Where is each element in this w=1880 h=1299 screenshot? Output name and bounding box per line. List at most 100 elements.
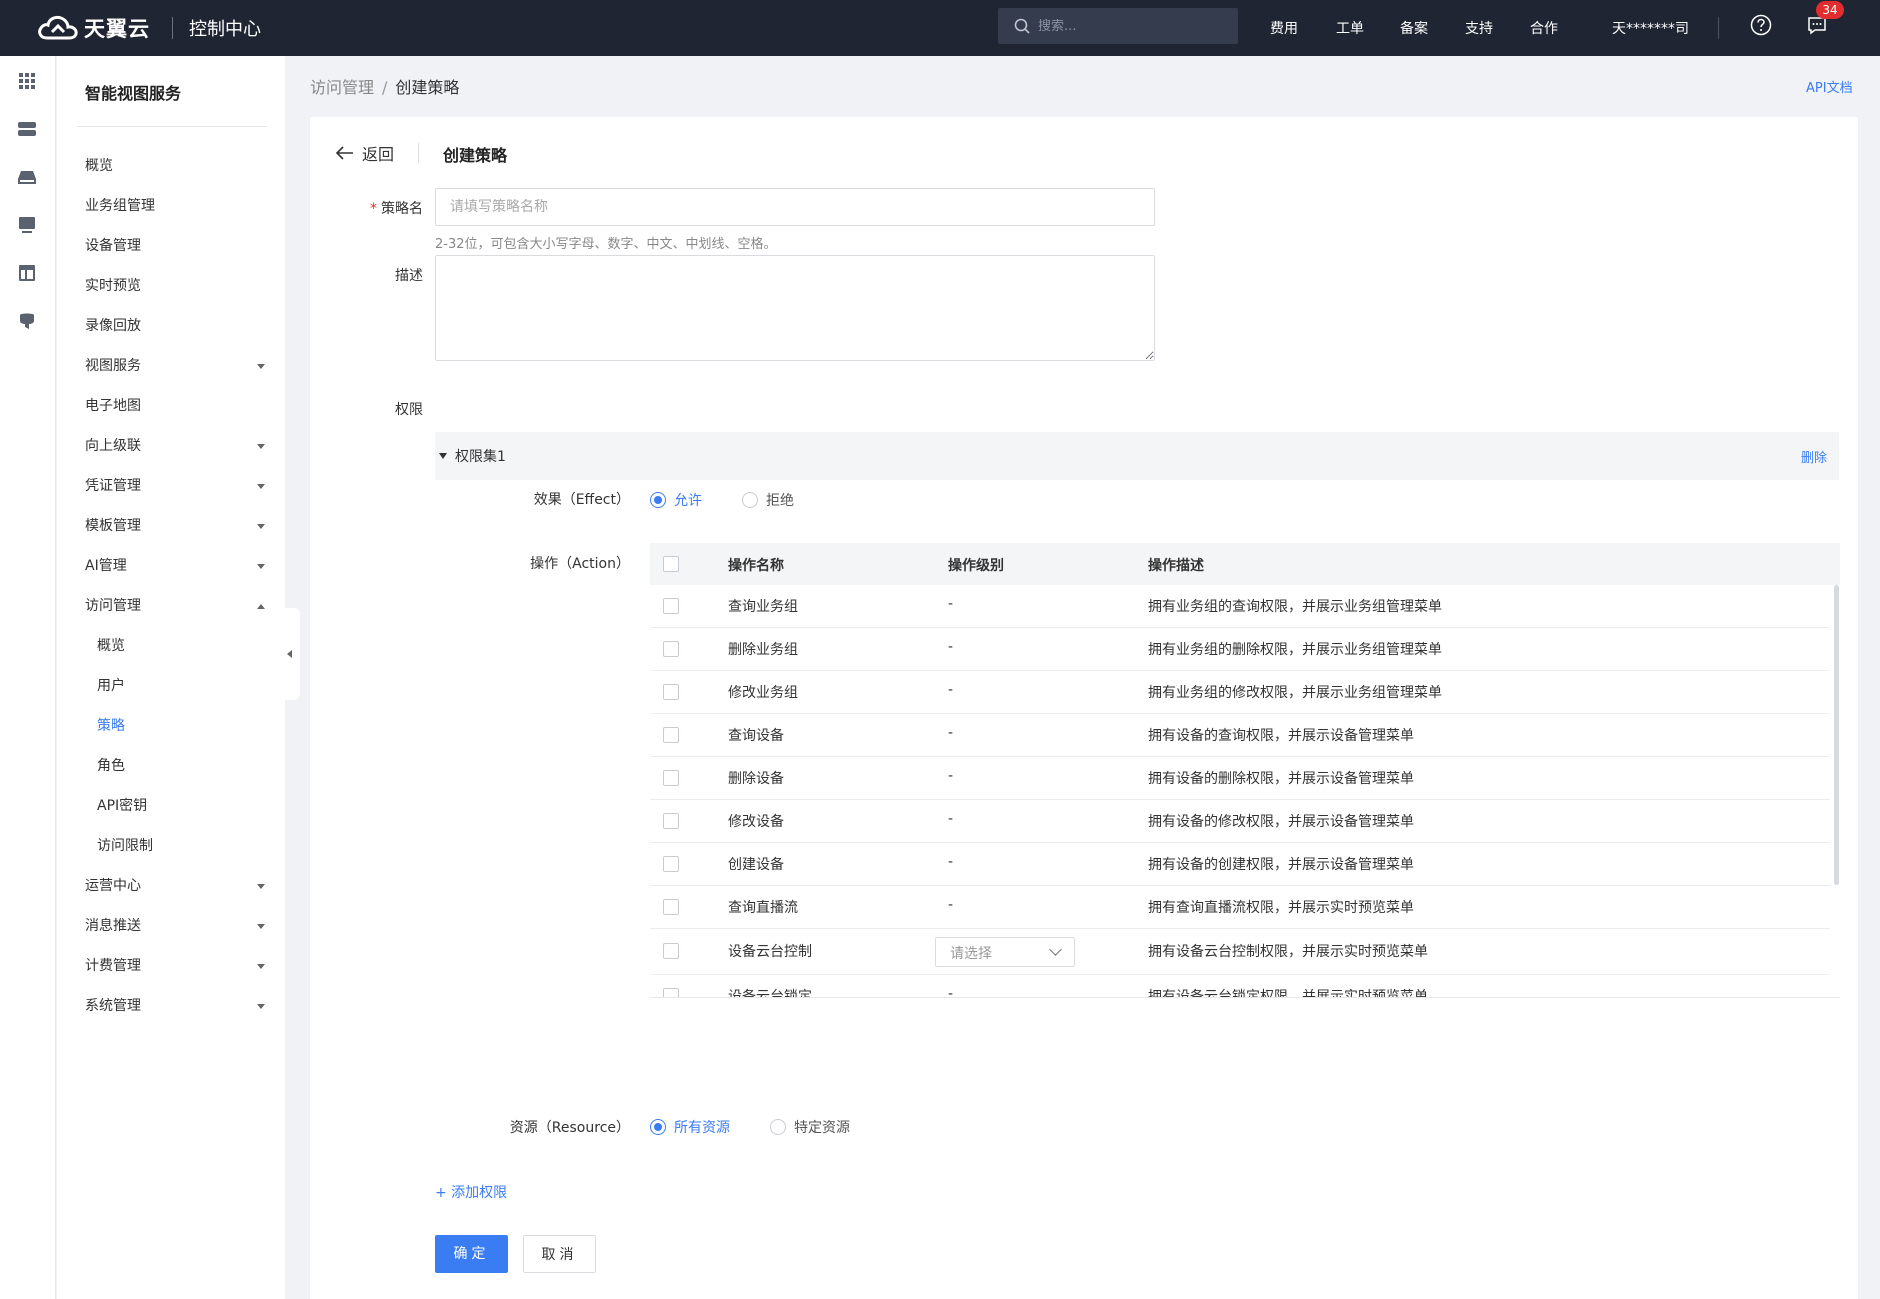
sidebar-subitem-access-limits[interactable]: 访问限制	[97, 836, 277, 856]
sidebar-title: 智能视图服务	[85, 84, 182, 103]
policy-name-input[interactable]	[435, 188, 1155, 226]
chevron-down-icon	[257, 924, 265, 929]
row-checkbox[interactable]	[663, 684, 679, 700]
table-row[interactable]: 创建设备 - 拥有设备的创建权限，并展示设备管理菜单	[650, 843, 1830, 886]
row-checkbox[interactable]	[663, 813, 679, 829]
user-name[interactable]: 天*******司	[1612, 18, 1689, 38]
row-checkbox[interactable]	[663, 988, 679, 997]
sidebar-item-view-service[interactable]: 视图服务	[85, 356, 265, 376]
sidebar-subitem-users[interactable]: 用户	[97, 676, 277, 696]
sidebar-subitem-api-keys[interactable]: API密钥	[97, 796, 277, 816]
effect-deny-radio[interactable]: 拒绝	[742, 490, 794, 510]
row-checkbox[interactable]	[663, 727, 679, 743]
row-checkbox[interactable]	[663, 899, 679, 915]
global-search[interactable]	[998, 8, 1238, 44]
table-row[interactable]: 修改设备 - 拥有设备的修改权限，并展示设备管理菜单	[650, 800, 1830, 843]
table-row[interactable]: 删除设备 - 拥有设备的删除权限，并展示设备管理菜单	[650, 757, 1830, 800]
nav-tickets[interactable]: 工单	[1336, 18, 1364, 38]
action-name: 删除业务组	[728, 642, 798, 658]
sidebar-item-overview[interactable]: 概览	[85, 156, 265, 176]
row-checkbox[interactable]	[663, 770, 679, 786]
sidebar-item-business-group[interactable]: 业务组管理	[85, 196, 265, 216]
monitor-icon[interactable]	[16, 214, 38, 236]
confirm-button[interactable]: 确定	[435, 1235, 508, 1273]
breadcrumb-parent[interactable]: 访问管理	[310, 78, 374, 97]
policy-name-label: * 策略名	[368, 198, 423, 218]
action-name: 删除设备	[728, 771, 784, 787]
row-checkbox[interactable]	[663, 856, 679, 872]
sidebar-collapse-button[interactable]	[284, 608, 300, 700]
sidebar-item-system[interactable]: 系统管理	[85, 996, 265, 1016]
policy-name-hint: 2-32位，可包含大小写字母、数字、中文、中划线、空格。	[435, 237, 777, 252]
grid-apps-icon[interactable]	[16, 70, 38, 92]
nav-fees[interactable]: 费用	[1270, 18, 1298, 38]
sidebar-item-operations[interactable]: 运营中心	[85, 876, 265, 896]
table-row[interactable]: 查询直播流 - 拥有查询直播流权限，并展示实时预览菜单	[650, 886, 1830, 929]
sidebar-item-live-preview[interactable]: 实时预览	[85, 276, 265, 296]
nav-filing[interactable]: 备案	[1400, 18, 1428, 38]
sidebar-item-templates[interactable]: 模板管理	[85, 516, 265, 536]
brand-logo[interactable]: 天翼云 控制中心	[36, 10, 261, 46]
table-row[interactable]: 查询设备 - 拥有设备的查询权限，并展示设备管理菜单	[650, 714, 1830, 757]
sidebar-item-messages[interactable]: 消息推送	[85, 916, 265, 936]
action-name: 设备云台锁定	[728, 989, 812, 998]
chevron-down-icon	[257, 484, 265, 489]
breadcrumb-separator: /	[382, 78, 388, 97]
sidebar-item-map[interactable]: 电子地图	[85, 396, 265, 416]
actions-table: 操作名称 操作级别 操作描述 查询业务组 - 拥有业务组的查询权限，并展示业务组…	[650, 543, 1840, 998]
chevron-down-icon	[257, 1004, 265, 1009]
sidebar-item-device[interactable]: 设备管理	[85, 236, 265, 256]
resource-specific-radio[interactable]: 特定资源	[770, 1117, 850, 1137]
select-all-checkbox[interactable]	[663, 556, 679, 572]
table-row[interactable]: 设备云台控制 请选择 拥有设备云台控制权限，并展示实时预览菜单	[650, 929, 1830, 975]
row-checkbox[interactable]	[663, 598, 679, 614]
row-checkbox[interactable]	[663, 943, 679, 959]
cancel-button[interactable]: 取消	[523, 1235, 596, 1273]
action-desc: 拥有设备的查询权限，并展示设备管理菜单	[1148, 728, 1414, 744]
top-bar: 天翼云 控制中心 费用 工单 备案 支持 合作 天*******司 34	[0, 0, 1880, 56]
database-icon[interactable]	[16, 310, 38, 332]
description-textarea[interactable]	[435, 255, 1155, 361]
storage-icon[interactable]	[16, 166, 38, 188]
table-row[interactable]: 查询业务组 - 拥有业务组的查询权限，并展示业务组管理菜单	[650, 585, 1830, 628]
effect-allow-radio[interactable]: 允许	[650, 490, 702, 510]
description-label: 描述	[395, 268, 423, 284]
resource-all-radio[interactable]: 所有资源	[650, 1117, 730, 1137]
delete-permission-set-button[interactable]: 删除	[1801, 447, 1827, 466]
sidebar-item-playback[interactable]: 录像回放	[85, 316, 265, 336]
sidebar-item-billing[interactable]: 计费管理	[85, 956, 265, 976]
layout-icon[interactable]	[16, 262, 38, 284]
action-name: 查询直播流	[728, 900, 798, 916]
sidebar-subitem-roles[interactable]: 角色	[97, 756, 277, 776]
resource-specific-label: 特定资源	[794, 1120, 850, 1136]
add-permission-button[interactable]: + 添加权限	[435, 1182, 507, 1202]
radio-unchecked-icon	[742, 492, 758, 508]
console-title[interactable]: 控制中心	[189, 15, 261, 41]
row-checkbox[interactable]	[663, 641, 679, 657]
table-scrollbar[interactable]	[1834, 585, 1839, 885]
sidebar-item-cascade[interactable]: 向上级联	[85, 436, 265, 456]
api-doc-link[interactable]: API文档	[1806, 77, 1853, 96]
table-row[interactable]: 删除业务组 - 拥有业务组的删除权限，并展示业务组管理菜单	[650, 628, 1830, 671]
nav-partner[interactable]: 合作	[1530, 18, 1558, 38]
sidebar-item-label: 访问管理	[85, 598, 141, 614]
sidebar-item-access[interactable]: 访问管理	[85, 596, 265, 616]
server-icon[interactable]	[16, 118, 38, 140]
column-header-name: 操作名称	[728, 558, 784, 574]
sidebar-subitem-policies[interactable]: 策略	[97, 716, 277, 736]
sidebar-item-credentials[interactable]: 凭证管理	[85, 476, 265, 496]
permission-set-header[interactable]: 权限集1 删除	[435, 432, 1839, 480]
help-icon[interactable]	[1750, 14, 1772, 36]
action-level: -	[948, 897, 954, 913]
action-desc: 拥有设备的修改权限，并展示设备管理菜单	[1148, 814, 1414, 830]
back-button[interactable]: 返回	[336, 141, 394, 165]
action-level-select[interactable]: 请选择	[935, 937, 1075, 967]
table-row[interactable]: 设备云台锁定 - 拥有设备云台锁定权限，并展示实时预览菜单	[650, 975, 1830, 998]
sidebar-subitem-overview[interactable]: 概览	[97, 636, 277, 656]
sidebar: 智能视图服务 概览 业务组管理 设备管理 实时预览 录像回放 视图服务 电子地图…	[57, 56, 285, 1299]
sidebar-item-ai[interactable]: AI管理	[85, 556, 265, 576]
search-input[interactable]	[1038, 18, 1218, 34]
action-level: -	[948, 854, 954, 870]
nav-support[interactable]: 支持	[1465, 18, 1493, 38]
table-row[interactable]: 修改业务组 - 拥有业务组的修改权限，并展示业务组管理菜单	[650, 671, 1830, 714]
